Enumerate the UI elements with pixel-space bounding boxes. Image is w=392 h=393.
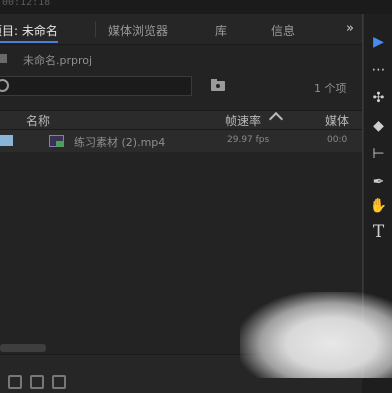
search-icon xyxy=(0,79,9,92)
tab-libraries[interactable]: 库 xyxy=(215,22,227,39)
panel-tab-bar: 项目: 未命名 媒体浏览器 库 信息 » xyxy=(0,14,362,45)
project-file-name: 未命名.prproj xyxy=(23,54,93,67)
icon-view-icon[interactable] xyxy=(30,375,44,389)
tab-project[interactable]: 项目: 未命名 xyxy=(0,22,58,43)
pen-tool-icon[interactable]: ✒ xyxy=(364,174,392,190)
list-view-icon[interactable] xyxy=(8,375,22,389)
project-bin-icon xyxy=(0,54,7,63)
item-count: 1 个项 xyxy=(314,82,347,95)
column-header: 名称 帧速率 媒体 xyxy=(0,110,362,130)
horizontal-scrollbar[interactable] xyxy=(0,344,46,352)
type-tool-icon[interactable]: T xyxy=(364,222,392,242)
top-strip: 00:12:18 xyxy=(0,0,392,14)
slip-tool-icon[interactable]: ⊢ xyxy=(364,146,392,162)
column-media-header[interactable]: 媒体 xyxy=(325,112,349,129)
tab-media-browser[interactable]: 媒体浏览器 xyxy=(108,22,168,39)
table-row[interactable]: 练习素材 (2).mp4 29.97 fps 00:0 xyxy=(0,130,362,152)
new-search-bin-icon[interactable] xyxy=(211,79,225,91)
tab-divider xyxy=(95,21,96,37)
track-select-tool-icon[interactable]: ⋯ xyxy=(364,62,392,78)
video-clip-icon xyxy=(49,135,64,147)
selection-tool-icon[interactable]: ▶ xyxy=(364,34,392,50)
clip-framerate: 29.97 fps xyxy=(227,135,270,145)
razor-tool-icon[interactable]: ◆ xyxy=(364,118,392,134)
sort-ascending-icon[interactable] xyxy=(268,111,284,127)
freeform-view-icon[interactable] xyxy=(52,375,66,389)
panel-overflow-icon[interactable]: » xyxy=(346,21,354,36)
hand-tool-icon[interactable]: ✋ xyxy=(364,198,392,214)
ripple-edit-tool-icon[interactable]: ✣ xyxy=(364,90,392,106)
clip-name[interactable]: 练习素材 (2).mp4 xyxy=(74,134,165,150)
label-color-chip[interactable] xyxy=(0,135,13,146)
column-name-header[interactable]: 名称 xyxy=(26,112,50,129)
search-input[interactable] xyxy=(0,76,192,96)
watermark-overlay xyxy=(240,292,392,378)
clip-media-start: 00:0 xyxy=(327,135,348,145)
column-framerate-header[interactable]: 帧速率 xyxy=(225,112,261,129)
tab-info[interactable]: 信息 xyxy=(271,22,295,39)
timecode: 00:12:18 xyxy=(2,0,51,8)
